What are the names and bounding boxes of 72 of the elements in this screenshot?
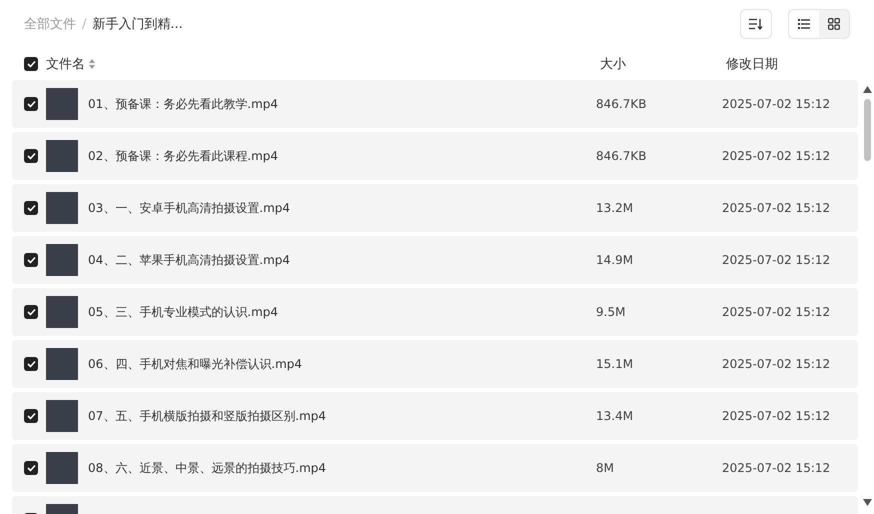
scroll-down-icon[interactable]	[862, 499, 872, 506]
scrollbar-thumb[interactable]	[864, 99, 870, 161]
file-size: 13.2M	[596, 201, 634, 215]
checkbox[interactable]	[24, 305, 38, 319]
video-thumbnail-placeholder	[46, 140, 78, 172]
file-size: 14.9M	[596, 253, 634, 267]
checkmark-icon	[26, 204, 36, 212]
file-size: 8M	[596, 461, 614, 475]
modified-date: 2025-07-02 15:12	[722, 201, 830, 215]
sort-arrows-icon[interactable]	[89, 59, 95, 69]
file-row[interactable]: 05、三、手机专业模式的认识.mp4 9.5M 2025-07-02 15:12	[12, 288, 858, 336]
sort-icon	[749, 18, 763, 30]
checkbox[interactable]	[24, 409, 38, 423]
column-header[interactable]: 大小	[600, 57, 626, 72]
modified-date: 2025-07-02 15:12	[722, 97, 830, 111]
column-header[interactable]: 文件名	[46, 55, 85, 73]
video-thumbnail-placeholder	[46, 192, 78, 224]
checkmark-icon	[26, 100, 36, 108]
checkbox[interactable]	[24, 357, 38, 371]
checkmark-icon	[26, 360, 36, 368]
file-row[interactable]: 04、二、苹果手机高清拍摄设置.mp4 14.9M 2025-07-02 15:12	[12, 236, 858, 284]
file-name: 04、二、苹果手机高清拍摄设置.mp4	[88, 252, 290, 266]
column-header[interactable]: 修改日期	[726, 57, 778, 72]
file-row[interactable]: 03、一、安卓手机高清拍摄设置.mp4 13.2M 2025-07-02 15:12	[12, 184, 858, 232]
breadcrumb-separator: /	[82, 16, 86, 32]
file-row[interactable]: 01、预备课：务必先看此教学.mp4 846.7KB 2025-07-02 15:12	[12, 80, 858, 128]
checkmark-icon	[26, 308, 36, 316]
video-thumbnail-placeholder	[46, 296, 78, 328]
scroll-up-icon[interactable]	[862, 86, 872, 93]
sort-button[interactable]	[740, 9, 772, 39]
file-name: 08、六、近景、中景、远景的拍摄技巧.mp4	[88, 460, 326, 474]
checkbox[interactable]	[24, 253, 38, 267]
modified-date: 2025-07-02 15:12	[722, 305, 830, 319]
grid-icon	[828, 18, 840, 30]
file-name: 06、四、手机对焦和曝光补偿认识.mp4	[88, 356, 302, 370]
file-name: 03、一、安卓手机高清拍摄设置.mp4	[88, 200, 290, 214]
checkmark-icon	[26, 412, 36, 420]
checkmark-icon	[26, 464, 36, 472]
checkbox[interactable]	[24, 97, 38, 111]
video-thumbnail-placeholder	[46, 400, 78, 432]
file-row[interactable]: 02、预备课：务必先看此课程.mp4 846.7KB 2025-07-02 15:12	[12, 132, 858, 180]
modified-date: 2025-07-02 15:12	[722, 357, 830, 371]
video-thumbnail-placeholder	[46, 452, 78, 484]
file-row[interactable]: 07、五、手机横版拍摄和竖版拍摄区别.mp4 13.4M 2025-07-02 15:12	[12, 392, 858, 440]
checkbox[interactable]	[24, 57, 38, 71]
modified-date: 2025-07-02 15:12	[722, 409, 830, 423]
checkmark-icon	[26, 60, 36, 68]
file-name: 02、预备课：务必先看此课程.mp4	[88, 148, 278, 162]
checkbox[interactable]	[24, 461, 38, 475]
video-thumbnail-placeholder	[46, 348, 78, 380]
file-row[interactable]: 06、四、手机对焦和曝光补偿认识.mp4 15.1M 2025-07-02 15:12	[12, 340, 858, 388]
file-size: 13.4M	[596, 409, 634, 423]
checkbox[interactable]	[24, 201, 38, 215]
checkmark-icon	[26, 256, 36, 264]
video-thumbnail-placeholder	[46, 244, 78, 276]
breadcrumb-item[interactable]: 新手入门到精...	[92, 15, 183, 33]
modified-date: 2025-07-02 15:12	[722, 253, 830, 267]
checkbox[interactable]	[24, 149, 38, 163]
file-size: 846.7KB	[596, 97, 646, 111]
video-thumbnail-placeholder	[46, 88, 78, 120]
file-size: 846.7KB	[596, 149, 646, 163]
modified-date: 2025-07-02 15:12	[722, 461, 830, 475]
file-name: 07、五、手机横版拍摄和竖版拍摄区别.mp4	[88, 408, 326, 422]
list-icon	[798, 19, 810, 29]
grid-view-button[interactable]	[819, 10, 849, 38]
file-name: 05、三、手机专业模式的认识.mp4	[88, 304, 278, 318]
checkmark-icon	[26, 152, 36, 160]
modified-date: 2025-07-02 15:12	[722, 149, 830, 163]
file-size: 9.5M	[596, 305, 626, 319]
file-row[interactable]: 08、六、近景、中景、远景的拍摄技巧.mp4 8M 2025-07-02 15:12	[12, 444, 858, 492]
file-name: 01、预备课：务必先看此教学.mp4	[88, 96, 278, 110]
file-size: 15.1M	[596, 357, 634, 371]
